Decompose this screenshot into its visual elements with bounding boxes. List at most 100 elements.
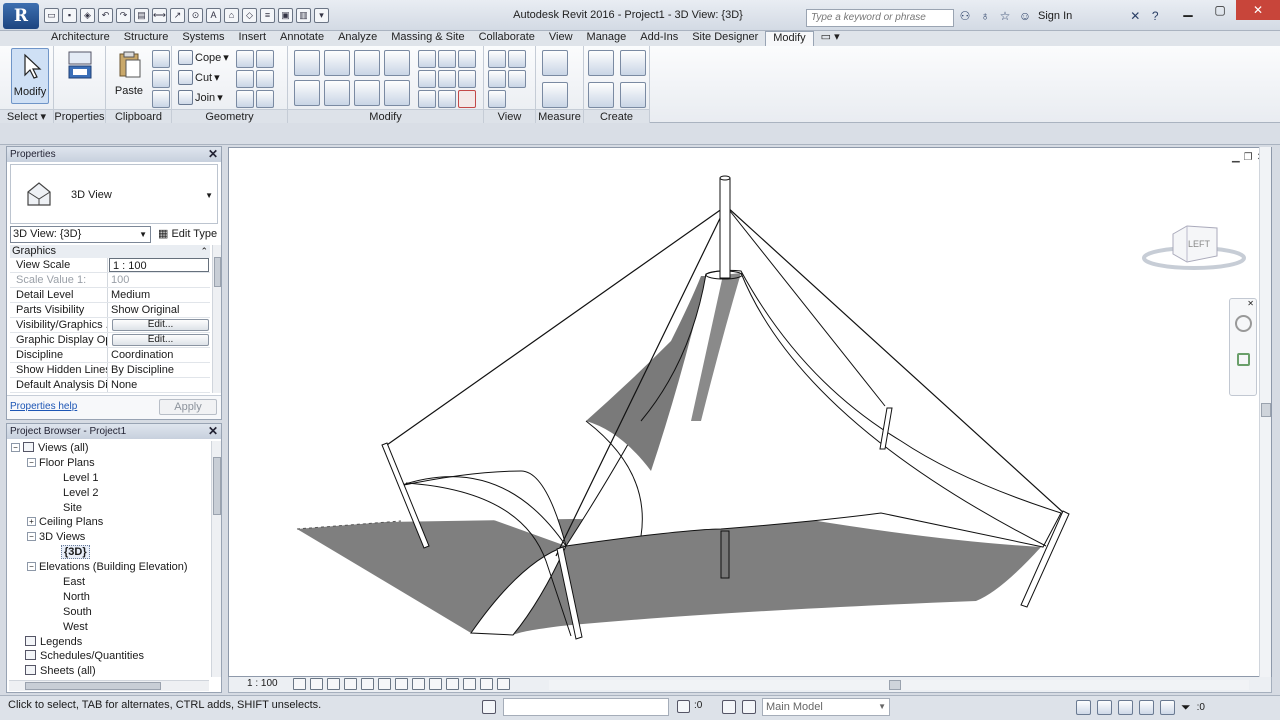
tree-node-level-2[interactable]: Level 2 bbox=[9, 486, 209, 501]
tree-node-floor-plans[interactable]: − Floor Plans bbox=[9, 456, 209, 471]
aligned-dimension-icon[interactable]: ↗ bbox=[170, 8, 185, 23]
drag-on-selection-icon[interactable] bbox=[1160, 700, 1175, 715]
print-icon[interactable]: ▤ bbox=[134, 8, 149, 23]
close-icon[interactable]: ✕ bbox=[1236, 0, 1280, 20]
modify-button[interactable]: Modify bbox=[11, 48, 49, 104]
tree-node-3d-views[interactable]: −3D Views bbox=[9, 530, 209, 545]
collapse-toggle-icon[interactable]: − bbox=[27, 562, 36, 572]
prop-row-discipline[interactable]: Discipline Coordination bbox=[10, 348, 210, 363]
aligned-dimension-tool-icon[interactable] bbox=[542, 82, 568, 108]
split-element-icon[interactable] bbox=[418, 50, 436, 68]
join-button[interactable]: Join ▾ bbox=[178, 90, 223, 105]
tab-architecture[interactable]: Architecture bbox=[44, 31, 117, 46]
tab-view[interactable]: View bbox=[542, 31, 580, 46]
tag-icon[interactable]: ⊙ bbox=[188, 8, 203, 23]
delete-icon[interactable] bbox=[458, 90, 476, 108]
collapse-toggle-icon[interactable]: − bbox=[27, 457, 36, 467]
scroll-thumb[interactable] bbox=[1261, 403, 1271, 417]
show-crop-region-icon[interactable] bbox=[395, 678, 408, 690]
beam-column-joins-icon[interactable] bbox=[236, 90, 254, 108]
exchange-apps-icon[interactable]: ✕ bbox=[1128, 9, 1142, 23]
create-group-icon[interactable] bbox=[588, 82, 614, 108]
split-with-gap-icon[interactable] bbox=[438, 50, 456, 68]
maximize-icon[interactable]: ▢ bbox=[1204, 0, 1236, 20]
help-icon[interactable]: ? bbox=[1148, 9, 1162, 23]
visual-style-icon[interactable] bbox=[310, 678, 323, 690]
eraser-icon[interactable] bbox=[488, 90, 506, 108]
thin-lines-icon[interactable]: ≡ bbox=[260, 8, 275, 23]
paint-icon[interactable] bbox=[256, 50, 274, 68]
tab-add-ins[interactable]: Add-Ins bbox=[633, 31, 685, 46]
move-icon[interactable] bbox=[294, 80, 320, 106]
favorites-star-icon[interactable]: ☆ bbox=[998, 9, 1012, 23]
scroll-thumb[interactable] bbox=[213, 457, 221, 515]
tree-node-north[interactable]: North bbox=[9, 590, 209, 605]
scroll-thumb[interactable] bbox=[889, 680, 901, 690]
close-icon[interactable]: ✕ bbox=[208, 424, 218, 439]
tree-node-west[interactable]: West bbox=[9, 620, 209, 635]
array-icon[interactable] bbox=[418, 70, 436, 88]
subscription-icon[interactable]: ♁ bbox=[978, 9, 992, 23]
offset-icon[interactable] bbox=[324, 50, 350, 76]
graphic-display-edit-button[interactable]: Edit... bbox=[112, 334, 209, 346]
text-icon[interactable]: A bbox=[206, 8, 221, 23]
drawing-area-3d-view[interactable]: ▁ ❐ ✕ LEFT ✕ bbox=[228, 147, 1272, 677]
view-vertical-scrollbar[interactable] bbox=[1259, 147, 1271, 677]
trim-single-icon[interactable] bbox=[418, 90, 436, 108]
select-pinned-icon[interactable] bbox=[1118, 700, 1133, 715]
prop-row-show-hidden-lines[interactable]: Show Hidden Lines By Discipline bbox=[10, 363, 210, 378]
properties-help-link[interactable]: Properties help bbox=[10, 401, 77, 412]
cut-to-clipboard-icon[interactable] bbox=[152, 50, 170, 68]
select-by-face-icon[interactable] bbox=[1139, 700, 1154, 715]
split-face-icon[interactable] bbox=[236, 50, 254, 68]
browser-vertical-scrollbar[interactable] bbox=[211, 441, 221, 677]
tab-site-designer[interactable]: Site Designer bbox=[685, 31, 765, 46]
temporary-hide-icon[interactable] bbox=[429, 678, 442, 690]
trim-multiple-icon[interactable] bbox=[438, 90, 456, 108]
tab-annotate[interactable]: Annotate bbox=[273, 31, 331, 46]
save-icon[interactable]: ▪ bbox=[62, 8, 77, 23]
crop-view-icon[interactable] bbox=[378, 678, 391, 690]
demolish-icon[interactable] bbox=[256, 70, 274, 88]
cut-geometry-button[interactable]: Cut ▾ bbox=[178, 70, 220, 85]
worksets-icon[interactable] bbox=[482, 700, 496, 714]
tree-node-south[interactable]: South bbox=[9, 605, 209, 620]
edit-type-button[interactable]: ▦ Edit Type bbox=[158, 226, 217, 243]
zoom-icon[interactable] bbox=[1237, 353, 1250, 366]
tab-analyze[interactable]: Analyze bbox=[331, 31, 384, 46]
tree-node-3d[interactable]: {3D} bbox=[9, 545, 209, 560]
expand-toggle-icon[interactable]: + bbox=[27, 517, 36, 527]
measure-between-icon[interactable] bbox=[542, 50, 568, 76]
rotate-icon[interactable] bbox=[354, 80, 380, 106]
view-range-icon[interactable] bbox=[508, 70, 526, 88]
tab-modify[interactable]: Modify bbox=[765, 31, 814, 46]
filter-icon[interactable]: ⏷ bbox=[1181, 700, 1191, 715]
measure-icon[interactable]: ⟷ bbox=[152, 8, 167, 23]
design-options-icon[interactable] bbox=[722, 700, 736, 714]
view-scale-input[interactable]: 1 : 100 bbox=[109, 258, 209, 272]
tree-node-schedules[interactable]: Schedules/Quantities bbox=[9, 649, 209, 664]
tree-node-legends[interactable]: Legends bbox=[9, 635, 209, 650]
sync-icon[interactable]: ◈ bbox=[80, 8, 95, 23]
binoculars-icon[interactable]: ⚇ bbox=[958, 9, 972, 23]
create-parts-icon[interactable] bbox=[620, 50, 646, 76]
tree-node-elevations[interactable]: − Elevations (Building Elevation) bbox=[9, 560, 209, 575]
tree-node-east[interactable]: East bbox=[9, 575, 209, 590]
sun-path-icon[interactable] bbox=[327, 678, 340, 690]
tree-node-sheets[interactable]: Sheets (all) bbox=[9, 664, 209, 679]
reveal-hidden-icon[interactable] bbox=[446, 678, 459, 690]
close-icon[interactable]: ✕ bbox=[208, 147, 218, 162]
trim-extend-icon[interactable] bbox=[384, 80, 410, 106]
tree-node-level-1[interactable]: Level 1 bbox=[9, 471, 209, 486]
undo-icon[interactable]: ↶ bbox=[98, 8, 113, 23]
editing-requests-icon[interactable] bbox=[677, 700, 690, 713]
hide-in-view-icon[interactable] bbox=[488, 50, 506, 68]
prop-row-view-scale[interactable]: View Scale 1 : 100 bbox=[10, 258, 210, 273]
viewcube[interactable]: LEFT bbox=[1139, 214, 1249, 280]
steering-wheel-icon[interactable] bbox=[1235, 315, 1252, 332]
redo-icon[interactable]: ↷ bbox=[116, 8, 131, 23]
match-type-icon[interactable] bbox=[152, 90, 170, 108]
view-scale-control[interactable]: 1 : 100 bbox=[247, 678, 278, 689]
mirror-axis-icon[interactable] bbox=[354, 50, 380, 76]
application-menu-button[interactable]: R bbox=[3, 3, 39, 29]
